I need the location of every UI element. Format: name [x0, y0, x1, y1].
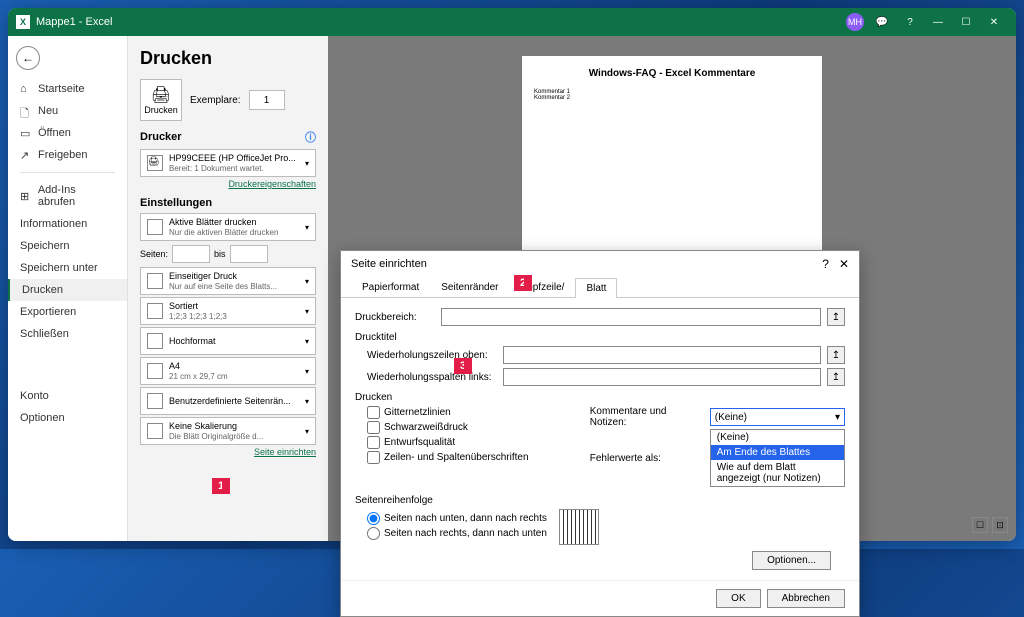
nav-close[interactable]: Schließen: [8, 323, 127, 345]
preview-line: Kommentar 2: [534, 95, 810, 101]
options-button[interactable]: Optionen...: [752, 551, 831, 570]
dialog-tabs: Papierformat Seitenränder Kopfzeile/ Bla…: [341, 277, 859, 298]
collate-selector[interactable]: Sortiert1;2;3 1;2;3 1;2;3 ▾: [140, 297, 316, 325]
sheets-icon: [147, 219, 163, 235]
callout-3: 3: [454, 358, 472, 374]
watermark: Windows-FAQ: [602, 206, 743, 232]
collate-icon: [147, 303, 163, 319]
comments-label: Kommentare und Notizen:: [590, 406, 706, 428]
portrait-icon: [147, 333, 163, 349]
copies-label: Exemplare:: [190, 95, 241, 106]
nav-addins[interactable]: ⊞Add-Ins abrufen: [8, 179, 127, 213]
orientation-selector[interactable]: Hochformat ▾: [140, 327, 316, 355]
nav-account[interactable]: Konto: [8, 385, 127, 407]
ref-select-button[interactable]: ↥: [827, 368, 845, 386]
nav-export[interactable]: Exportieren: [8, 301, 127, 323]
cancel-button[interactable]: Abbrechen: [767, 589, 845, 608]
nav-options[interactable]: Optionen: [8, 407, 127, 429]
print-area-input[interactable]: [441, 308, 821, 326]
printer-properties-link[interactable]: Druckereigenschaften: [140, 179, 316, 189]
nav-open[interactable]: ▭Öffnen: [8, 122, 127, 144]
tab-sheet[interactable]: Blatt: [575, 278, 617, 298]
print-group-label: Drucken: [355, 392, 845, 403]
comments-combobox[interactable]: (Keine)▾: [710, 408, 845, 426]
order-down-radio[interactable]: [367, 512, 380, 525]
maximize-button[interactable]: ☐: [952, 12, 980, 32]
scaling-selector[interactable]: Keine SkalierungDie Blätt Originalgröße …: [140, 417, 316, 445]
order-right-radio[interactable]: [367, 527, 380, 540]
printer-icon: 🖨: [151, 85, 171, 105]
page-title: Drucken: [140, 48, 316, 69]
page-setup-link[interactable]: Seite einrichten: [140, 447, 316, 457]
gridlines-checkbox[interactable]: [367, 406, 380, 419]
nav-new[interactable]: 🗋Neu: [8, 100, 127, 122]
comment-icon[interactable]: 💬: [868, 12, 896, 32]
page-icon: [147, 273, 163, 289]
dropdown-option[interactable]: Wie auf dem Blatt angezeigt (nur Notizen…: [711, 460, 844, 486]
nav-print[interactable]: Drucken: [8, 279, 127, 301]
dropdown-option[interactable]: (Keine): [711, 430, 844, 445]
ref-select-button[interactable]: ↥: [827, 308, 845, 326]
comments-dropdown-list: (Keine) Am Ende des Blattes Wie auf dem …: [710, 429, 845, 487]
chevron-down-icon: ▾: [835, 412, 840, 423]
margins-toggle-icon[interactable]: ☐: [972, 517, 988, 533]
page-order-icon: [559, 509, 599, 545]
headings-checkbox[interactable]: [367, 451, 380, 464]
nav-share[interactable]: ↗Freigeben: [8, 144, 127, 166]
tab-margins[interactable]: Seitenränder: [430, 277, 509, 297]
copies-input[interactable]: [249, 90, 285, 110]
callout-1: 1: [212, 478, 230, 494]
dialog-close-button[interactable]: ✕: [839, 257, 849, 271]
paper-selector[interactable]: A421 cm x 29,7 cm ▾: [140, 357, 316, 385]
window-title: Mappe1 - Excel: [36, 16, 112, 28]
dialog-title: Seite einrichten: [351, 258, 427, 270]
preview-title: Windows-FAQ - Excel Kommentare: [534, 68, 810, 79]
printer-status-icon: 🖨: [147, 155, 163, 171]
cols-repeat-input[interactable]: [503, 368, 821, 386]
nav-home[interactable]: ⌂Startseite: [8, 78, 127, 100]
nav-info[interactable]: Informationen: [8, 213, 127, 235]
dropdown-option[interactable]: Am Ende des Blattes: [711, 445, 844, 460]
scale-icon: [147, 423, 163, 439]
titlebar: X Mappe1 - Excel MH 💬 ? — ☐ ✕: [8, 8, 1016, 36]
sided-selector[interactable]: Einseitiger DruckNur auf eine Seite des …: [140, 267, 316, 295]
zoom-toggle-icon[interactable]: ⊡: [992, 517, 1008, 533]
pages-from-input[interactable]: [172, 245, 210, 263]
margins-selector[interactable]: Benutzerdefinierte Seitenrän... ▾: [140, 387, 316, 415]
ref-select-button[interactable]: ↥: [827, 346, 845, 364]
user-avatar[interactable]: MH: [846, 13, 864, 31]
errors-label: Fehlerwerte als:: [590, 453, 706, 464]
printer-selector[interactable]: 🖨 HP99CEEE (HP OfficeJet Pro...Bereit: 1…: [140, 149, 316, 177]
backstage-sidebar: ← ⌂Startseite 🗋Neu ▭Öffnen ↗Freigeben ⊞A…: [8, 36, 128, 541]
minimize-button[interactable]: —: [924, 12, 952, 32]
dialog-help-button[interactable]: ?: [822, 257, 829, 271]
paper-icon: [147, 363, 163, 379]
bw-checkbox[interactable]: [367, 421, 380, 434]
print-button[interactable]: 🖨 Drucken: [140, 79, 182, 121]
ok-button[interactable]: OK: [716, 589, 760, 608]
settings-heading: Einstellungen: [140, 197, 212, 209]
pages-to-input[interactable]: [230, 245, 268, 263]
order-group-label: Seitenreihenfolge: [355, 495, 845, 506]
nav-saveas[interactable]: Speichern unter: [8, 257, 127, 279]
print-area-label: Druckbereich:: [355, 312, 435, 323]
callout-2: 2: [514, 275, 532, 291]
titles-label: Drucktitel: [355, 332, 845, 343]
excel-icon: X: [16, 15, 30, 29]
info-icon[interactable]: ⓘ: [305, 129, 316, 145]
tab-paper[interactable]: Papierformat: [351, 277, 430, 297]
print-what-selector[interactable]: Aktive Blätter druckenNur die aktiven Bl…: [140, 213, 316, 241]
close-button[interactable]: ✕: [980, 12, 1008, 32]
back-button[interactable]: ←: [16, 46, 40, 70]
draft-checkbox[interactable]: [367, 436, 380, 449]
nav-save[interactable]: Speichern: [8, 235, 127, 257]
page-setup-dialog: Seite einrichten ? ✕ Papierformat Seiten…: [340, 250, 860, 617]
pages-range: Seiten: bis: [140, 245, 316, 263]
printer-heading: Drucker: [140, 131, 182, 143]
print-settings-panel: Drucken 🖨 Drucken Exemplare: Drucker ⓘ 🖨 …: [128, 36, 328, 541]
rows-repeat-input[interactable]: [503, 346, 821, 364]
margins-icon: [147, 393, 163, 409]
help-icon[interactable]: ?: [896, 12, 924, 32]
